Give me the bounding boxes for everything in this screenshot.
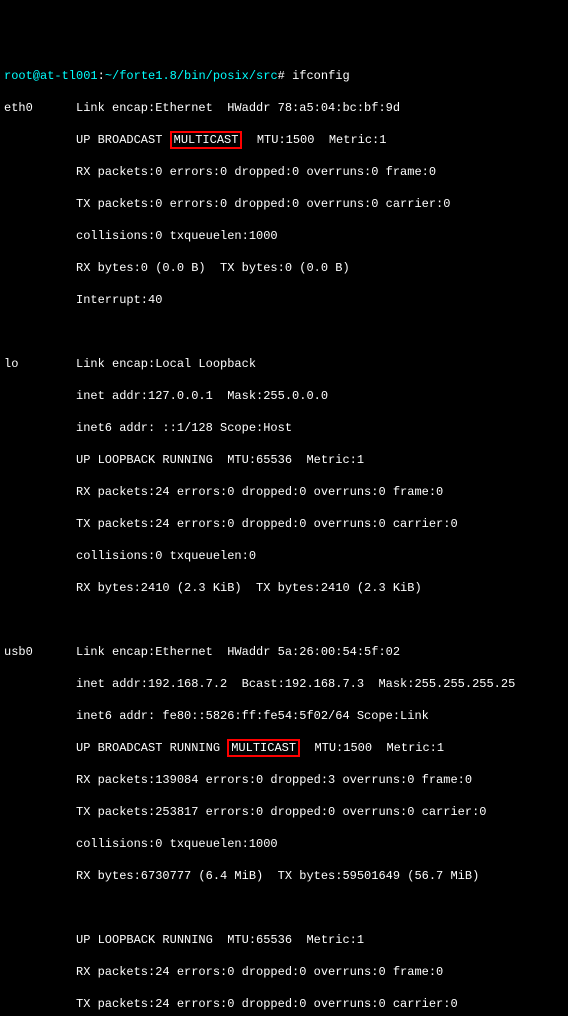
eth0-tx: TX packets:0 errors:0 dropped:0 overruns… (76, 196, 564, 212)
prompt-cmd: ifconfig (292, 69, 350, 83)
tail-rx: RX packets:24 errors:0 dropped:0 overrun… (76, 964, 564, 980)
prompt-userhost: root@at-tl001 (4, 69, 98, 83)
usb0-coll: collisions:0 txqueuelen:1000 (76, 836, 564, 852)
blank-1 (4, 324, 564, 340)
eth0-flags-b: MTU:1500 Metric:1 (242, 133, 386, 147)
tail-flags: UP LOOPBACK RUNNING MTU:65536 Metric:1 (76, 932, 564, 948)
usb0-flags-b: MTU:1500 Metric:1 (300, 741, 444, 755)
usb0-bytes: RX bytes:6730777 (6.4 MiB) TX bytes:5950… (76, 868, 564, 884)
lo-inet6: inet6 addr: ::1/128 Scope:Host (76, 420, 564, 436)
lo-flags: UP LOOPBACK RUNNING MTU:65536 Metric:1 (76, 452, 564, 468)
eth0-coll: collisions:0 txqueuelen:1000 (76, 228, 564, 244)
iface-eth0: eth0 (4, 100, 76, 116)
blank-2 (4, 612, 564, 628)
usb0-inet6: inet6 addr: fe80::5826:ff:fe54:5f02/64 S… (76, 708, 564, 724)
eth0-bytes: RX bytes:0 (0.0 B) TX bytes:0 (0.0 B) (76, 260, 564, 276)
lo-bytes: RX bytes:2410 (2.3 KiB) TX bytes:2410 (2… (76, 580, 564, 596)
eth0-rx: RX packets:0 errors:0 dropped:0 overruns… (76, 164, 564, 180)
prompt-path: ~/forte1.8/bin/posix/src (105, 69, 278, 83)
lo-rx: RX packets:24 errors:0 dropped:0 overrun… (76, 484, 564, 500)
prompt-line: root@at-tl001:~/forte1.8/bin/posix/src# … (4, 68, 564, 84)
eth0-block: eth0Link encap:Ethernet HWaddr 78:a5:04:… (4, 100, 564, 116)
usb0-flags-a: UP BROADCAST RUNNING (76, 741, 227, 755)
lo-coll: collisions:0 txqueuelen:0 (76, 548, 564, 564)
usb0-link: Link encap:Ethernet HWaddr 5a:26:00:54:5… (76, 644, 400, 660)
usb0-multicast-highlight: MULTICAST (227, 739, 300, 757)
tail-tx: TX packets:24 errors:0 dropped:0 overrun… (76, 996, 564, 1012)
eth0-irq: Interrupt:40 (76, 292, 564, 308)
lo-inet: inet addr:127.0.0.1 Mask:255.0.0.0 (76, 388, 564, 404)
usb0-tx: TX packets:253817 errors:0 dropped:0 ove… (76, 804, 564, 820)
iface-lo: lo (4, 356, 76, 372)
eth0-flags: UP BROADCAST MULTICAST MTU:1500 Metric:1 (76, 132, 564, 148)
lo-link: Link encap:Local Loopback (76, 356, 256, 372)
usb0-rx: RX packets:139084 errors:0 dropped:3 ove… (76, 772, 564, 788)
lo-block: loLink encap:Local Loopback (4, 356, 564, 372)
blank-3 (4, 900, 564, 916)
lo-tx: TX packets:24 errors:0 dropped:0 overrun… (76, 516, 564, 532)
eth0-flags-a: UP BROADCAST (76, 133, 170, 147)
eth0-link: Link encap:Ethernet HWaddr 78:a5:04:bc:b… (76, 100, 400, 116)
prompt-sep2: # (278, 69, 292, 83)
usb0-inet: inet addr:192.168.7.2 Bcast:192.168.7.3 … (76, 676, 564, 692)
usb0-block: usb0Link encap:Ethernet HWaddr 5a:26:00:… (4, 644, 564, 660)
usb0-flags: UP BROADCAST RUNNING MULTICAST MTU:1500 … (76, 740, 564, 756)
eth0-multicast-highlight: MULTICAST (170, 131, 243, 149)
prompt-sep1: : (98, 69, 105, 83)
iface-usb0: usb0 (4, 644, 76, 660)
